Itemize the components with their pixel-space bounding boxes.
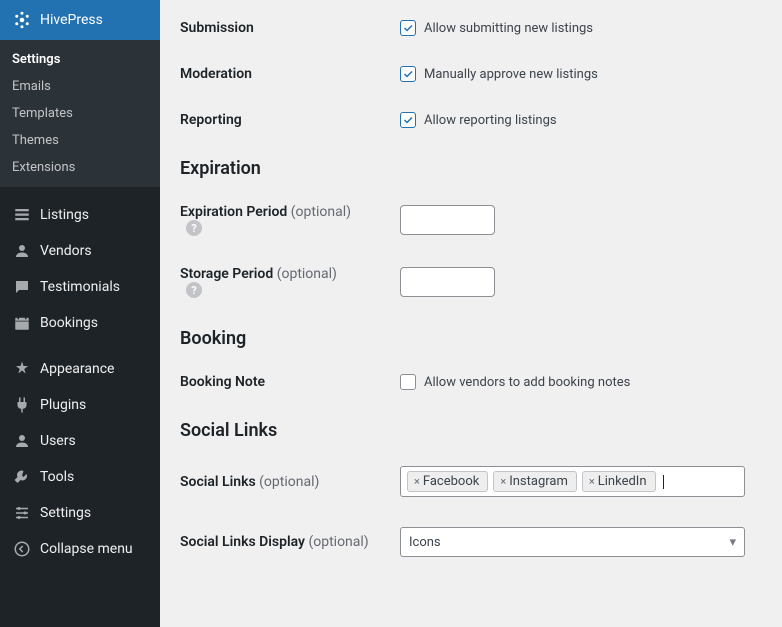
label-reporting: Reporting	[180, 112, 400, 128]
menu-bookings[interactable]: Bookings	[0, 305, 160, 341]
submenu-themes[interactable]: Themes	[0, 127, 160, 154]
users-icon	[12, 431, 32, 451]
menu-collapse[interactable]: Collapse menu	[0, 531, 160, 567]
label-social-display: Social Links Display (optional)	[180, 534, 400, 550]
submenu-settings[interactable]: Settings	[0, 46, 160, 73]
menu-appearance[interactable]: Appearance	[0, 351, 160, 387]
bookings-icon	[12, 313, 32, 333]
admin-sidebar: HivePress Settings Emails Templates Them…	[0, 0, 160, 627]
submenu-emails[interactable]: Emails	[0, 73, 160, 100]
hivepress-logo-icon	[12, 10, 32, 30]
collapse-icon	[12, 539, 32, 559]
row-expiration-period: Expiration Period (optional)?	[180, 204, 762, 236]
sidebar-menu-2: Appearance Plugins Users Tools Settings …	[0, 341, 160, 567]
menu-plugins[interactable]: Plugins	[0, 387, 160, 423]
checkbox-label-moderation: Manually approve new listings	[424, 67, 598, 82]
plugins-icon	[12, 395, 32, 415]
heading-booking: Booking	[180, 328, 762, 349]
help-icon[interactable]: ?	[186, 220, 202, 236]
settings-content: Submission Allow submitting new listings…	[160, 0, 782, 627]
checkbox-moderation[interactable]	[400, 66, 416, 82]
tag-instagram[interactable]: ×Instagram	[493, 471, 577, 492]
menu-tools[interactable]: Tools	[0, 459, 160, 495]
label-moderation: Moderation	[180, 66, 400, 82]
label-booking-note: Booking Note	[180, 374, 400, 390]
chevron-down-icon: ▾	[729, 535, 736, 550]
tools-icon	[12, 467, 32, 487]
sidebar-menu-1: Listings Vendors Testimonials Bookings	[0, 187, 160, 341]
row-social-links: Social Links (optional) ×Facebook ×Insta…	[180, 466, 762, 497]
menu-listings[interactable]: Listings	[0, 197, 160, 233]
checkbox-booking-note[interactable]	[400, 374, 416, 390]
brand-label: HivePress	[40, 12, 103, 28]
submenu-extensions[interactable]: Extensions	[0, 154, 160, 181]
input-expiration-period[interactable]	[400, 205, 495, 235]
help-icon[interactable]: ?	[186, 282, 202, 298]
tag-remove-icon[interactable]: ×	[414, 475, 420, 488]
input-storage-period[interactable]	[400, 267, 495, 297]
tag-remove-icon[interactable]: ×	[589, 475, 595, 488]
checkbox-submission[interactable]	[400, 20, 416, 36]
vendors-icon	[12, 241, 32, 261]
checkbox-label-booking-note: Allow vendors to add booking notes	[424, 375, 630, 390]
menu-testimonials[interactable]: Testimonials	[0, 269, 160, 305]
checkbox-reporting[interactable]	[400, 112, 416, 128]
row-reporting: Reporting Allow reporting listings	[180, 112, 762, 128]
menu-settings[interactable]: Settings	[0, 495, 160, 531]
tag-facebook[interactable]: ×Facebook	[407, 471, 488, 492]
submenu-templates[interactable]: Templates	[0, 100, 160, 127]
settings-icon	[12, 503, 32, 523]
tag-linkedin[interactable]: ×LinkedIn	[582, 471, 656, 492]
checkbox-label-reporting: Allow reporting listings	[424, 113, 557, 128]
label-submission: Submission	[180, 20, 400, 36]
text-cursor	[663, 475, 664, 489]
menu-vendors[interactable]: Vendors	[0, 233, 160, 269]
listings-icon	[12, 205, 32, 225]
label-expiration-period: Expiration Period (optional)?	[180, 204, 400, 236]
checkbox-label-submission: Allow submitting new listings	[424, 21, 593, 36]
row-social-display: Social Links Display (optional) Icons ▾	[180, 527, 762, 557]
select-social-display[interactable]: Icons ▾	[400, 527, 745, 557]
label-storage-period: Storage Period (optional)?	[180, 266, 400, 298]
heading-social: Social Links	[180, 420, 762, 441]
input-social-links[interactable]: ×Facebook ×Instagram ×LinkedIn	[400, 466, 745, 497]
testimonials-icon	[12, 277, 32, 297]
menu-users[interactable]: Users	[0, 423, 160, 459]
tag-remove-icon[interactable]: ×	[500, 475, 506, 488]
heading-expiration: Expiration	[180, 158, 762, 179]
sidebar-submenu: Settings Emails Templates Themes Extensi…	[0, 40, 160, 187]
row-moderation: Moderation Manually approve new listings	[180, 66, 762, 82]
label-social-links: Social Links (optional)	[180, 474, 400, 490]
sidebar-brand[interactable]: HivePress	[0, 0, 160, 40]
row-booking-note: Booking Note Allow vendors to add bookin…	[180, 374, 762, 390]
row-storage-period: Storage Period (optional)?	[180, 266, 762, 298]
appearance-icon	[12, 359, 32, 379]
row-submission: Submission Allow submitting new listings	[180, 20, 762, 36]
